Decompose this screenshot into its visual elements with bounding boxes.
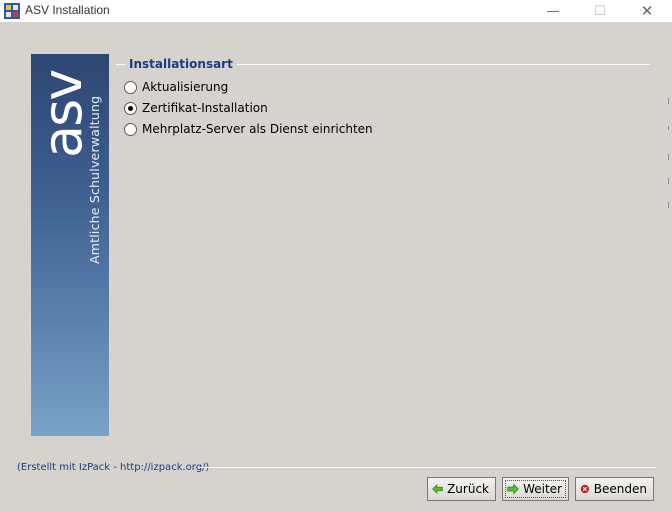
window-edge <box>668 98 669 208</box>
next-button[interactable]: Weiter <box>502 477 569 501</box>
back-button[interactable]: Zurück <box>427 477 496 501</box>
minimize-button[interactable]: — <box>530 0 576 22</box>
quit-button[interactable]: Beenden <box>575 477 654 501</box>
radio-label: Zertifikat-Installation <box>142 101 268 115</box>
izpack-credit: (Erstellt mit IzPack - http://izpack.org… <box>17 462 210 473</box>
radio-label: Mehrplatz-Server als Dienst einrichten <box>142 122 373 136</box>
quit-button-label: Beenden <box>593 482 647 496</box>
radio-mehrplatz-server[interactable]: Mehrplatz-Server als Dienst einrichten <box>124 121 373 137</box>
close-button[interactable]: ✕ <box>624 0 670 22</box>
maximize-button[interactable]: ☐ <box>577 0 623 22</box>
arrow-right-icon <box>507 483 519 495</box>
radio-button[interactable] <box>124 122 137 136</box>
radio-button-selected[interactable] <box>124 101 137 115</box>
stop-icon <box>580 484 589 494</box>
radio-aktualisierung[interactable]: Aktualisierung <box>124 79 228 95</box>
next-button-label: Weiter <box>523 482 562 496</box>
side-caption: Amtliche Schulverwaltung <box>87 95 102 264</box>
radio-label: Aktualisierung <box>142 80 229 94</box>
title-bar: ASV Installation — ☐ ✕ <box>0 0 672 22</box>
radio-zertifikat-installation[interactable]: Zertifikat-Installation <box>124 100 268 116</box>
radio-button[interactable] <box>124 80 137 94</box>
window-title: ASV Installation <box>25 3 110 17</box>
app-icon <box>4 3 20 19</box>
svg-text:asv: asv <box>37 70 87 158</box>
footer-separator <box>200 467 656 468</box>
side-panel: asv Amtliche Schulverwaltung <box>31 54 109 436</box>
back-button-label: Zurück <box>447 482 489 496</box>
group-title: Installationsart <box>125 57 237 71</box>
asv-logo: asv <box>37 70 87 158</box>
arrow-left-icon <box>432 483 443 495</box>
